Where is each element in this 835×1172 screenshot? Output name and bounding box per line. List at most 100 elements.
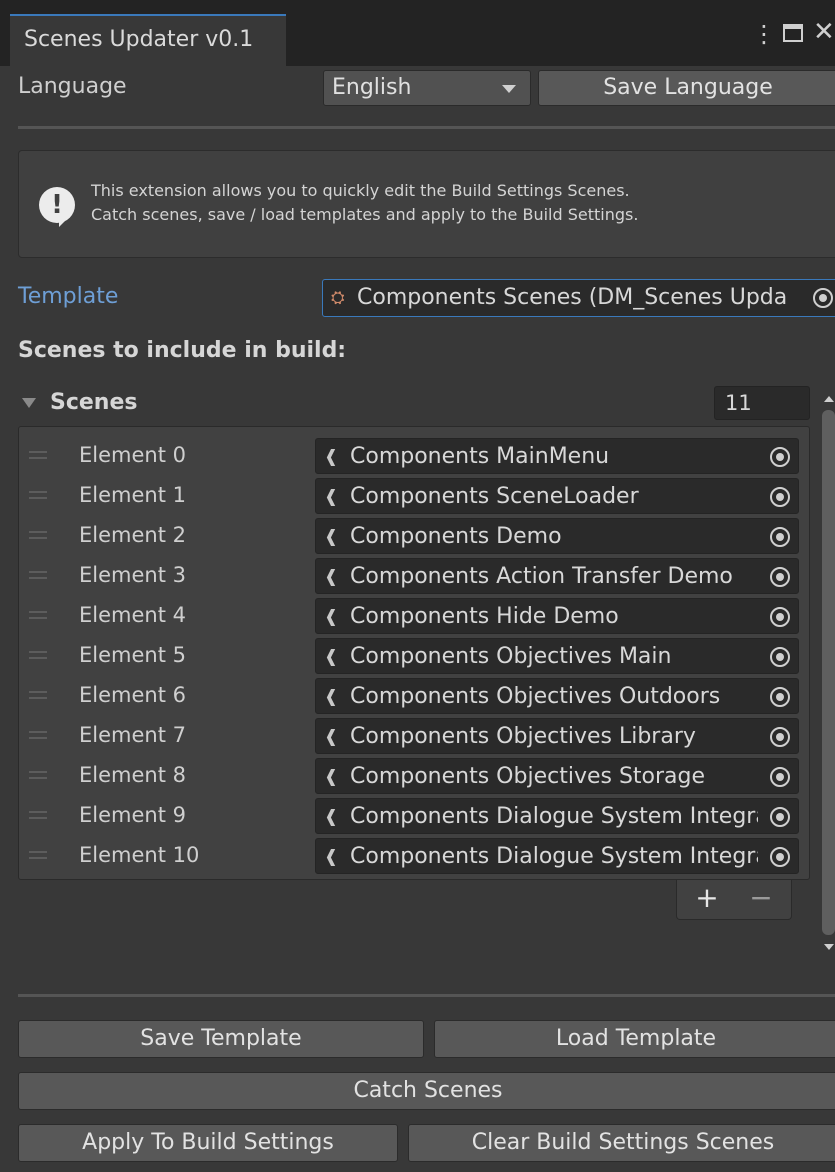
- scene-list-item[interactable]: Element 8 ❰ Components Objectives Storage: [19, 755, 809, 795]
- scrollbar-thumb[interactable]: [822, 410, 835, 935]
- element-label: Element 3: [79, 563, 186, 587]
- scene-list-item[interactable]: Element 10 ❰ Components Dialogue System In…: [19, 835, 809, 875]
- scene-object-field[interactable]: ❰ Components SceneLoader: [315, 478, 799, 514]
- object-picker-icon[interactable]: [770, 647, 790, 667]
- template-label: Template: [18, 284, 119, 309]
- scroll-down-icon[interactable]: [824, 944, 834, 950]
- scene-asset-icon: ❰: [324, 647, 339, 667]
- element-label: Element 0: [79, 443, 186, 467]
- scene-name: Components Dialogue System Integra: [350, 804, 758, 829]
- separator: [18, 994, 835, 997]
- drag-handle-icon[interactable]: [29, 651, 47, 659]
- scroll-up-icon[interactable]: [824, 396, 834, 402]
- clear-build-settings-button[interactable]: Clear Build Settings Scenes: [408, 1124, 835, 1162]
- add-element-button[interactable]: +: [680, 880, 734, 916]
- scene-asset-icon: ❰: [324, 487, 339, 507]
- scene-list-item[interactable]: Element 7 ❰ Components Objectives Library: [19, 715, 809, 755]
- maximize-icon[interactable]: [783, 24, 803, 42]
- dropdown-arrow-icon: [502, 85, 516, 93]
- scene-object-field[interactable]: ❰ Components Dialogue System Integra: [315, 838, 799, 874]
- scene-name: Components Demo: [350, 524, 562, 549]
- scene-asset-icon: ❰: [324, 767, 339, 787]
- drag-handle-icon[interactable]: [29, 811, 47, 819]
- object-picker-icon[interactable]: [770, 607, 790, 627]
- drag-handle-icon[interactable]: [29, 491, 47, 499]
- foldout-arrow-icon[interactable]: [22, 398, 36, 408]
- scene-object-field[interactable]: ❰ Components Objectives Outdoors: [315, 678, 799, 714]
- scenes-foldout-label[interactable]: Scenes: [50, 390, 137, 415]
- template-object-field[interactable]: ⛭ Components Scenes (DM_Scenes Upda: [322, 279, 835, 317]
- language-dropdown[interactable]: English: [323, 70, 531, 106]
- drag-handle-icon[interactable]: [29, 611, 47, 619]
- scene-list-item[interactable]: Element 3 ❰ Components Action Transfer Dem…: [19, 555, 809, 595]
- save-language-button[interactable]: Save Language: [538, 70, 835, 106]
- element-label: Element 8: [79, 763, 186, 787]
- object-picker-icon[interactable]: [770, 487, 790, 507]
- window-tab[interactable]: Scenes Updater v0.1: [10, 14, 286, 66]
- scene-object-field[interactable]: ❰ Components Objectives Storage: [315, 758, 799, 794]
- scene-list-item[interactable]: Element 2 ❰ Components Demo: [19, 515, 809, 555]
- scene-object-field[interactable]: ❰ Components MainMenu: [315, 438, 799, 474]
- scene-object-field[interactable]: ❰ Components Hide Demo: [315, 598, 799, 634]
- apply-to-build-settings-button[interactable]: Apply To Build Settings: [18, 1124, 398, 1162]
- drag-handle-icon[interactable]: [29, 571, 47, 579]
- element-label: Element 10: [79, 843, 200, 867]
- element-label: Element 1: [79, 483, 186, 507]
- scene-asset-icon: ❰: [324, 687, 339, 707]
- object-picker-icon[interactable]: [770, 847, 790, 867]
- scene-list-item[interactable]: Element 4 ❰ Components Hide Demo: [19, 595, 809, 635]
- scene-asset-icon: ❰: [324, 847, 339, 867]
- scene-object-field[interactable]: ❰ Components Objectives Main: [315, 638, 799, 674]
- scene-asset-icon: ❰: [324, 567, 339, 587]
- scene-object-field[interactable]: ❰ Components Action Transfer Demo: [315, 558, 799, 594]
- scene-asset-icon: ❰: [324, 807, 339, 827]
- remove-element-button[interactable]: −: [734, 880, 788, 916]
- drag-handle-icon[interactable]: [29, 691, 47, 699]
- element-label: Element 4: [79, 603, 186, 627]
- scene-name: Components Action Transfer Demo: [350, 564, 733, 589]
- drag-handle-icon[interactable]: [29, 771, 47, 779]
- save-template-button[interactable]: Save Template: [18, 1020, 424, 1058]
- help-box: ! This extension allows you to quickly e…: [18, 150, 835, 258]
- drag-handle-icon[interactable]: [29, 451, 47, 459]
- object-picker-icon[interactable]: [770, 687, 790, 707]
- element-label: Element 5: [79, 643, 186, 667]
- close-icon[interactable]: ✕: [813, 19, 835, 45]
- scene-object-field[interactable]: ❰ Components Dialogue System Integra: [315, 798, 799, 834]
- object-picker-icon[interactable]: [813, 288, 833, 308]
- object-picker-icon[interactable]: [770, 727, 790, 747]
- scene-list-item[interactable]: Element 0 ❰ Components MainMenu: [19, 435, 809, 475]
- list-footer: + −: [676, 880, 792, 920]
- scene-name: Components MainMenu: [350, 444, 610, 469]
- scene-object-field[interactable]: ❰ Components Objectives Library: [315, 718, 799, 754]
- object-picker-icon[interactable]: [770, 767, 790, 787]
- scene-list-item[interactable]: Element 5 ❰ Components Objectives Main: [19, 635, 809, 675]
- scene-asset-icon: ❰: [324, 447, 339, 467]
- drag-handle-icon[interactable]: [29, 851, 47, 859]
- catch-scenes-button[interactable]: Catch Scenes: [18, 1072, 835, 1110]
- scene-name: Components SceneLoader: [350, 484, 639, 509]
- object-picker-icon[interactable]: [770, 447, 790, 467]
- scene-list-item[interactable]: Element 1 ❰ Components SceneLoader: [19, 475, 809, 515]
- object-picker-icon[interactable]: [770, 567, 790, 587]
- window-tab-title: Scenes Updater v0.1: [24, 27, 254, 52]
- scene-name: Components Objectives Storage: [350, 764, 706, 789]
- scene-name: Components Objectives Outdoors: [350, 684, 721, 709]
- scene-name: Components Objectives Library: [350, 724, 696, 749]
- help-text-line-1: This extension allows you to quickly edi…: [91, 181, 630, 200]
- template-value: Components Scenes (DM_Scenes Upda: [357, 285, 788, 310]
- element-label: Element 7: [79, 723, 186, 747]
- object-picker-icon[interactable]: [770, 527, 790, 547]
- scene-object-field[interactable]: ❰ Components Demo: [315, 518, 799, 554]
- scene-name: Components Dialogue System Integra: [350, 844, 758, 869]
- object-picker-icon[interactable]: [770, 807, 790, 827]
- language-selected: English: [332, 75, 412, 100]
- separator: [18, 126, 835, 129]
- kebab-menu-icon[interactable]: ⋮: [752, 22, 776, 46]
- scene-list-item[interactable]: Element 9 ❰ Components Dialogue System Int…: [19, 795, 809, 835]
- scene-list-item[interactable]: Element 6 ❰ Components Objectives Outdoors: [19, 675, 809, 715]
- scenes-count-field[interactable]: 11: [714, 386, 810, 420]
- load-template-button[interactable]: Load Template: [434, 1020, 835, 1058]
- drag-handle-icon[interactable]: [29, 531, 47, 539]
- drag-handle-icon[interactable]: [29, 731, 47, 739]
